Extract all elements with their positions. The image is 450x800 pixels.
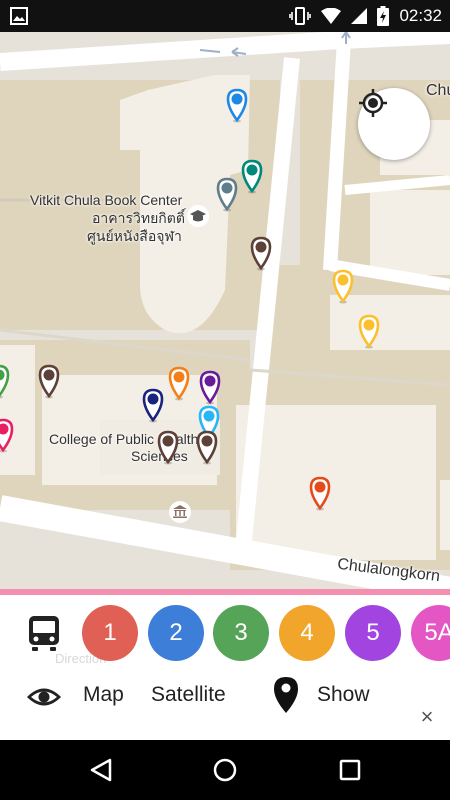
map-view[interactable]: Vitkit Chula Book Center อาคารวิทยกิตติ์… — [0, 32, 450, 592]
bus-stop-pin-blue[interactable] — [226, 88, 248, 124]
show-option[interactable]: Show — [317, 683, 370, 707]
book-center-label: Vitkit Chula Book Center — [30, 192, 183, 208]
bus-stop-pin-teal[interactable] — [241, 159, 263, 195]
bottom-panel: Direction 1 2 3 4 5 5A Map Satellite Show × — [0, 595, 450, 740]
crosshair-icon — [359, 89, 387, 117]
recents-button[interactable] — [335, 755, 365, 785]
back-button[interactable] — [86, 755, 116, 785]
status-time: 02:32 — [399, 6, 442, 25]
bus-stop-pin-yellow[interactable] — [358, 314, 380, 350]
bus-stop-pin-brown[interactable] — [157, 430, 179, 466]
bus-stop-pin-grey[interactable] — [216, 177, 238, 213]
signal-icon — [351, 8, 368, 24]
status-bar: 02:32 — [0, 0, 450, 32]
satellite-option[interactable]: Satellite — [151, 683, 226, 707]
bus-stop-pin-red[interactable] — [309, 476, 331, 512]
map-option[interactable]: Map — [83, 683, 124, 707]
bus-stop-pin-orange[interactable] — [168, 366, 190, 402]
museum-poi-icon[interactable] — [168, 500, 192, 524]
book-center-thai-label-2: ศูนย์หนังสือจุฬา — [87, 228, 182, 244]
line-5-button[interactable]: 5 — [345, 605, 401, 661]
top-right-road-label: Chu — [426, 82, 450, 99]
vibrate-icon — [289, 7, 312, 25]
bus-stop-pin-purple[interactable] — [199, 370, 221, 406]
bus-stop-pin-yellow[interactable] — [332, 269, 354, 305]
eye-icon[interactable] — [26, 686, 62, 708]
map-pin-icon[interactable] — [274, 677, 298, 713]
bus-stop-pin-brown[interactable] — [250, 236, 272, 272]
wifi-icon — [321, 8, 342, 24]
bus-stop-pin-navy[interactable] — [142, 388, 164, 424]
line-5a-button[interactable]: 5A — [411, 605, 450, 661]
bus-icon[interactable] — [27, 615, 61, 651]
home-button[interactable] — [210, 755, 240, 785]
line-2-button[interactable]: 2 — [148, 605, 204, 661]
bus-stop-pin-brown[interactable] — [196, 430, 218, 466]
education-poi-icon[interactable] — [186, 204, 210, 228]
line-3-button[interactable]: 3 — [213, 605, 269, 661]
battery-charging-icon — [377, 6, 390, 26]
bus-stop-pin-pink[interactable] — [0, 418, 14, 454]
image-icon — [10, 7, 28, 25]
line-1-button[interactable]: 1 — [82, 605, 138, 661]
my-location-button[interactable] — [358, 88, 430, 160]
bus-stop-pin-green[interactable] — [0, 364, 10, 400]
close-icon[interactable]: × — [416, 706, 438, 728]
bus-stop-pin-brown[interactable] — [38, 364, 60, 400]
app-root: 02:32 Vitkit Chula Book Center อาคารวิทย… — [0, 0, 450, 800]
line-4-button[interactable]: 4 — [279, 605, 335, 661]
navigation-bar — [0, 740, 450, 800]
